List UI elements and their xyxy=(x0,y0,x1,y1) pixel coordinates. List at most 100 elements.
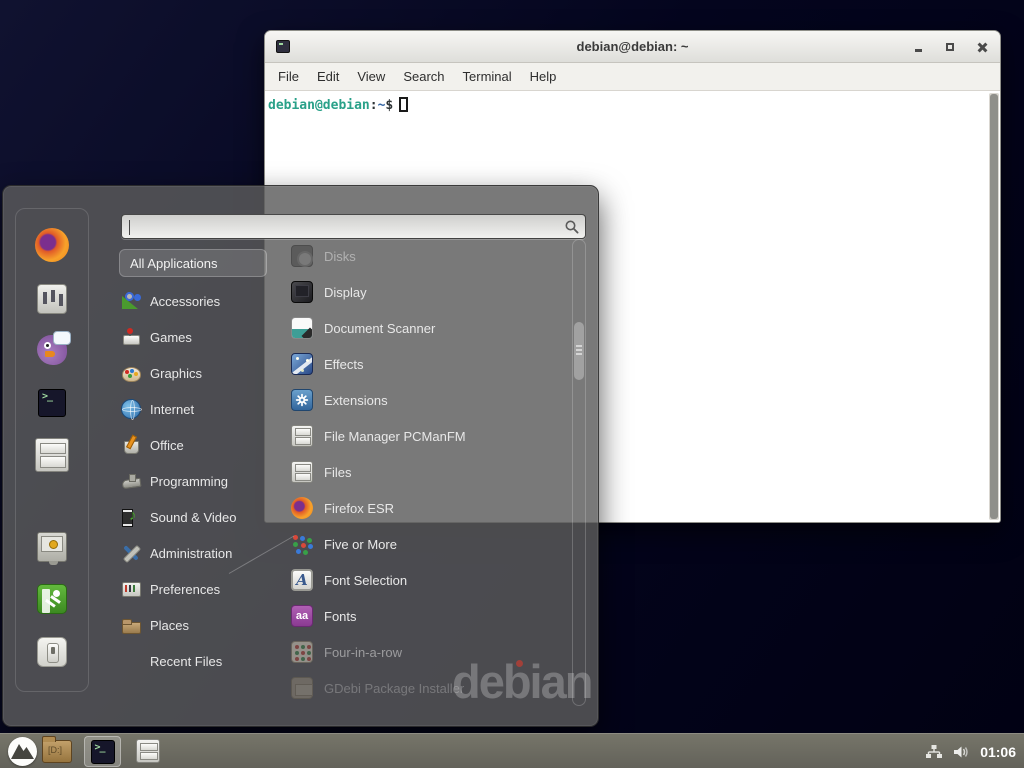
terminal-window-icon xyxy=(276,40,290,53)
application-menu: debian >_ xyxy=(2,185,599,727)
prompt-colon: : xyxy=(370,98,378,113)
app-four-in-a-row[interactable]: Four-in-a-row xyxy=(265,634,571,670)
app-label: Fonts xyxy=(324,609,357,624)
network-icon[interactable] xyxy=(925,743,943,761)
maximize-button[interactable] xyxy=(942,39,958,55)
menu-search[interactable]: Search xyxy=(403,69,444,84)
category-recent-files[interactable]: Recent Files xyxy=(119,643,267,679)
places-folder-icon xyxy=(121,615,141,635)
app-label: GDebi Package Installer xyxy=(324,681,464,696)
terminal-prompt: debian@debian:~$ xyxy=(268,97,408,113)
close-button[interactable] xyxy=(974,39,990,55)
terminal-scrollbar-thumb[interactable] xyxy=(990,94,998,519)
app-label: Effects xyxy=(324,357,364,372)
category-label: Administration xyxy=(150,546,232,561)
category-all-applications[interactable]: All Applications xyxy=(119,249,267,277)
favorite-terminal-icon[interactable]: >_ xyxy=(38,389,66,417)
category-label: Games xyxy=(150,330,192,345)
app-label: Extensions xyxy=(324,393,388,408)
terminal-title: debian@debian: ~ xyxy=(265,39,1000,54)
category-list: All Applications Accessories Games Graph… xyxy=(119,249,267,679)
app-font-selection[interactable]: A Font Selection xyxy=(265,562,571,598)
category-office[interactable]: Office xyxy=(119,427,267,463)
category-administration[interactable]: Administration xyxy=(119,535,267,571)
terminal-glyph: >_ xyxy=(42,391,52,402)
logout-icon[interactable] xyxy=(37,584,67,614)
app-display[interactable]: Display xyxy=(265,274,571,310)
app-label: Disks xyxy=(324,249,356,264)
app-label: Document Scanner xyxy=(324,321,435,336)
menu-button[interactable] xyxy=(8,737,37,766)
favorites-panel: >_ xyxy=(15,208,89,692)
preferences-icon xyxy=(121,579,141,599)
menu-view[interactable]: View xyxy=(357,69,385,84)
app-fonts[interactable]: aa Fonts xyxy=(265,598,571,634)
shutdown-icon[interactable] xyxy=(37,637,67,667)
category-programming[interactable]: Programming xyxy=(119,463,267,499)
category-places[interactable]: Places xyxy=(119,607,267,643)
category-graphics[interactable]: Graphics xyxy=(119,355,267,391)
app-firefox-esr[interactable]: Firefox ESR xyxy=(265,490,571,526)
clock[interactable]: 01:06 xyxy=(980,744,1016,760)
fonts-glyph: aa xyxy=(296,610,308,622)
app-effects[interactable]: Effects xyxy=(265,346,571,382)
office-icon xyxy=(121,435,141,455)
taskbar-folder-icon[interactable] xyxy=(42,740,72,763)
files-icon xyxy=(291,461,313,483)
fonts-icon: aa xyxy=(291,605,313,627)
accessories-icon xyxy=(121,291,141,311)
favorite-control-center-icon[interactable] xyxy=(37,284,67,314)
app-label: Font Selection xyxy=(324,573,407,588)
taskbar-files-task[interactable] xyxy=(136,739,160,763)
app-disks[interactable]: Disks xyxy=(265,238,571,274)
app-extensions[interactable]: Extensions xyxy=(265,382,571,418)
category-label: All Applications xyxy=(130,256,217,271)
app-document-scanner[interactable]: Document Scanner xyxy=(265,310,571,346)
menu-edit[interactable]: Edit xyxy=(317,69,339,84)
category-label: Accessories xyxy=(150,294,220,309)
search-caret xyxy=(129,220,130,235)
terminal-cursor xyxy=(399,97,408,112)
display-icon xyxy=(291,281,313,303)
app-gdebi-package-installer[interactable]: GDebi Package Installer xyxy=(265,670,571,706)
app-list-scrollbar[interactable] xyxy=(572,239,586,706)
category-label: Office xyxy=(150,438,184,453)
font-selection-icon: A xyxy=(291,569,313,591)
graphics-icon xyxy=(121,363,141,383)
terminal-glyph: >_ xyxy=(95,742,105,753)
search-input[interactable] xyxy=(128,217,558,236)
app-five-or-more[interactable]: Five or More xyxy=(265,526,571,562)
minimize-button[interactable] xyxy=(910,39,926,55)
music-note-glyph: ♪ xyxy=(129,507,137,524)
category-label: Programming xyxy=(150,474,228,489)
lock-screen-stand xyxy=(49,561,58,565)
category-games[interactable]: Games xyxy=(119,319,267,355)
pidgin-eye xyxy=(44,342,51,349)
prompt-user-host: debian@debian xyxy=(268,98,370,113)
lock-screen-icon[interactable] xyxy=(37,532,67,562)
terminal-scrollbar[interactable] xyxy=(989,93,999,520)
minimize-icon xyxy=(915,49,922,52)
app-files[interactable]: Files xyxy=(265,454,571,490)
menu-file[interactable]: File xyxy=(278,69,299,84)
lock-screen-padlock xyxy=(49,540,58,549)
favorite-firefox-icon[interactable] xyxy=(35,228,69,262)
menu-search-box[interactable] xyxy=(121,214,586,239)
favorite-pidgin-icon[interactable] xyxy=(37,335,67,365)
app-list-scrollbar-thumb[interactable] xyxy=(574,322,584,380)
menu-terminal[interactable]: Terminal xyxy=(463,69,512,84)
taskbar-terminal-task[interactable]: >_ xyxy=(84,736,121,767)
volume-icon[interactable] xyxy=(952,743,971,761)
category-accessories[interactable]: Accessories xyxy=(119,283,267,319)
terminal-menubar: File Edit View Search Terminal Help xyxy=(265,63,1000,91)
app-label: Firefox ESR xyxy=(324,501,394,516)
terminal-titlebar[interactable]: debian@debian: ~ xyxy=(265,31,1000,63)
favorite-files-icon[interactable] xyxy=(35,438,69,472)
app-file-manager-pcmanfm[interactable]: File Manager PCManFM xyxy=(265,418,571,454)
category-sound-video[interactable]: ♪Sound & Video xyxy=(119,499,267,535)
menu-help[interactable]: Help xyxy=(530,69,557,84)
category-label: Preferences xyxy=(150,582,220,597)
file-manager-icon xyxy=(291,425,313,447)
category-preferences[interactable]: Preferences xyxy=(119,571,267,607)
category-internet[interactable]: Internet xyxy=(119,391,267,427)
